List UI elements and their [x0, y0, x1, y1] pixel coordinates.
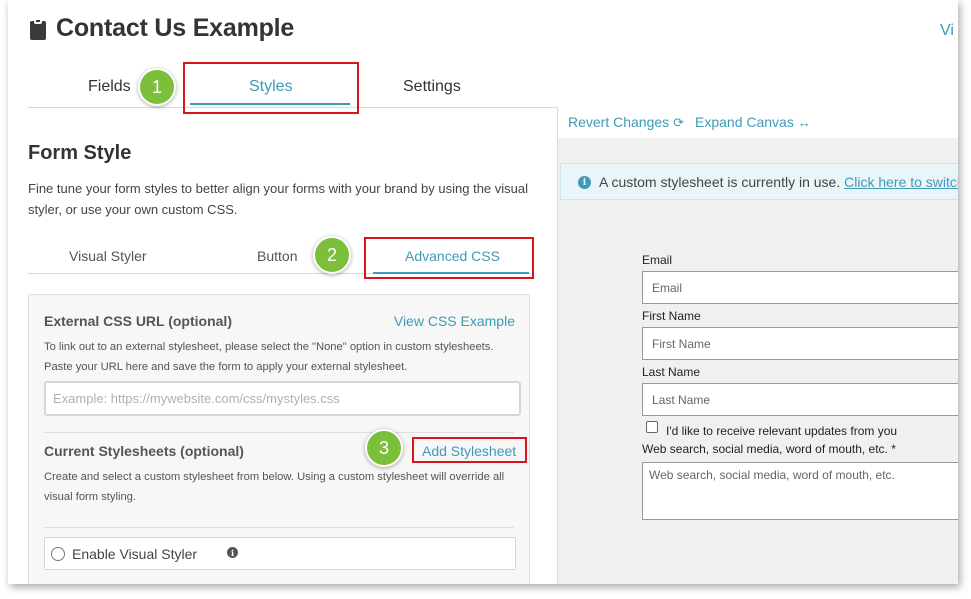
current-stylesheets-help: Create and select a custom stylesheet fr… — [44, 471, 505, 503]
tab-button[interactable]: Button — [257, 248, 297, 264]
divider — [44, 527, 514, 528]
external-css-label: External CSS URL (optional) — [44, 313, 232, 329]
tab-settings[interactable]: Settings — [403, 78, 461, 96]
last-name-field[interactable] — [642, 383, 958, 416]
view-link[interactable]: Vi — [940, 22, 954, 40]
canvas-toolbar: Revert Changes ⟳ Expand Canvas ↔ — [558, 107, 958, 138]
step-badge-1: 1 — [138, 68, 176, 106]
preview-canvas: Revert Changes ⟳ Expand Canvas ↔ i A custo… — [557, 107, 958, 584]
page-title-text: Contact Us Example — [56, 14, 295, 42]
current-stylesheets-label: Current Stylesheets (optional) — [44, 443, 244, 459]
highlight-box-add-stylesheet — [412, 437, 527, 463]
external-css-help: To link out to an external stylesheet, p… — [44, 341, 494, 373]
stylesheet-notice: i A custom stylesheet is currently in us… — [560, 163, 958, 200]
switch-stylesheet-link[interactable]: Click here to switch — [844, 174, 958, 190]
source-label: Web search, social media, word of mouth,… — [642, 442, 896, 456]
email-label: Email — [642, 253, 673, 267]
expand-canvas-label: Expand Canvas — [695, 114, 794, 130]
notice-text: A custom stylesheet is currently in use. — [599, 174, 841, 190]
enable-visual-styler-label: Enable Visual Styler — [72, 546, 198, 562]
external-css-url-input[interactable] — [44, 381, 521, 416]
app-window: Contact Us Example Vi Fields Styles Sett… — [8, 0, 958, 584]
email-field[interactable] — [642, 271, 958, 304]
form-style-description: Fine tune your form styles to better ali… — [28, 181, 529, 217]
highlight-box-advanced-css — [364, 237, 534, 279]
highlight-box-styles — [183, 62, 359, 114]
last-name-label: Last Name — [642, 365, 701, 379]
first-name-field[interactable] — [642, 327, 958, 360]
updates-checkbox[interactable] — [646, 421, 658, 433]
clipboard-icon — [30, 17, 46, 40]
enable-visual-styler-radio[interactable] — [51, 547, 65, 561]
expand-canvas-button[interactable]: Expand Canvas ↔ — [695, 114, 811, 130]
divider — [44, 432, 514, 433]
step-badge-2: 2 — [313, 236, 351, 274]
revert-changes-label: Revert Changes — [568, 114, 670, 130]
step-badge-3: 3 — [365, 429, 403, 467]
view-css-example-link[interactable]: View CSS Example — [394, 313, 515, 329]
source-textarea[interactable] — [642, 462, 958, 520]
enable-visual-styler-option[interactable]: Enable Visual Styler i — [44, 537, 516, 570]
info-icon[interactable]: i — [227, 547, 238, 558]
updates-checkbox-label: I'd like to receive relevant updates fro… — [666, 424, 898, 438]
tab-visual-styler[interactable]: Visual Styler — [69, 248, 147, 264]
revert-changes-button[interactable]: Revert Changes ⟳ — [568, 114, 684, 131]
refresh-icon: ⟳ — [673, 115, 685, 130]
tab-fields[interactable]: Fields — [88, 78, 131, 96]
first-name-label: First Name — [642, 309, 701, 323]
form-style-title: Form Style — [28, 142, 132, 164]
info-icon: i — [578, 176, 591, 189]
expand-arrows-icon: ↔ — [797, 115, 811, 130]
page-title: Contact Us Example — [30, 14, 294, 43]
